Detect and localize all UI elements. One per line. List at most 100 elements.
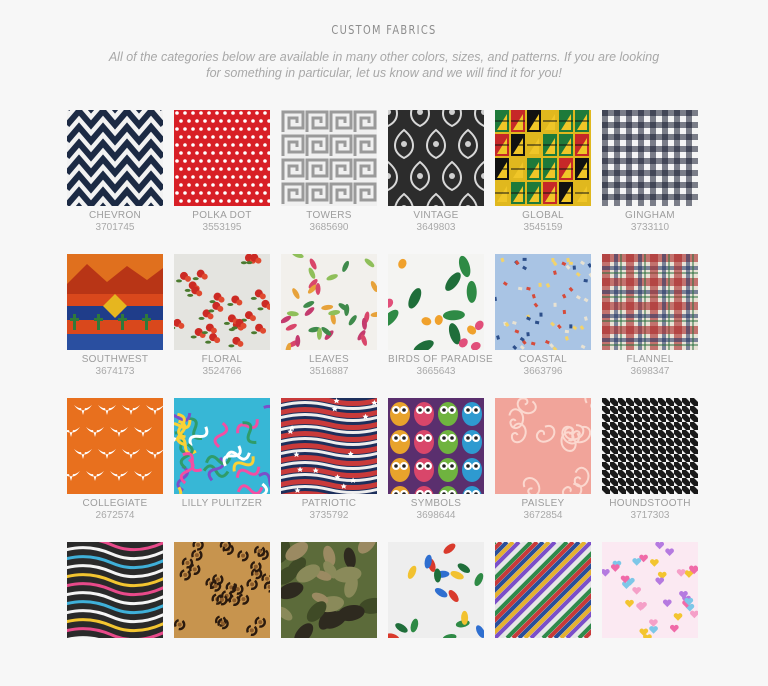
fabric-swatch-link[interactable] [495,254,591,350]
parrot-fabric-swatch [388,542,484,638]
fabric-caption: LEAVES 3516887 [281,350,377,398]
fabric-name[interactable]: GLOBAL [495,210,591,222]
intro-text: All of the categories below are availabl… [108,50,660,80]
fabric-swatch-link[interactable] [281,254,377,350]
kente-fabric-swatch [495,110,591,206]
fabric-name[interactable]: POLKA DOT [174,210,270,222]
fabric-code: 3649803 [416,222,456,233]
page-title: CUSTOM FABRICS [331,23,437,37]
fabric-caption: PATRIOTIC 3735792 [281,494,377,542]
fabric-swatch-link[interactable] [495,398,591,494]
fabric-swatch-link[interactable] [281,398,377,494]
fabric-caption [495,638,591,686]
tropical-fabric-swatch [388,254,484,350]
fabric-name[interactable]: COLLEGIATE [67,498,163,510]
fabric-swatch-link[interactable] [67,110,163,206]
fabric-code: 3698347 [630,366,670,377]
fabric-caption: FLANNEL 3698347 [602,350,698,398]
chevron-fabric-swatch [67,110,163,206]
fabric-code: 3698644 [416,510,456,521]
houndstooth-fabric-swatch [602,398,698,494]
gingham-fabric-swatch [602,110,698,206]
fabric-name[interactable]: LILLY PULITZER [174,498,270,510]
fabric-swatch-link[interactable] [602,110,698,206]
fabric-grid: CHEVRON 3701745 POLKA DOT 3553195 TOWERS 3685… [67,110,698,686]
owl-fabric-swatch [388,398,484,494]
fabric-swatch-link[interactable] [602,398,698,494]
fabric-name[interactable]: BIRDS OF PARADISE [388,354,493,366]
zebra-fabric-swatch [67,542,163,638]
fabric-caption [602,638,698,686]
fabric-swatch-link[interactable] [602,542,698,638]
fabric-name[interactable]: PAISLEY [495,498,591,510]
fabric-name[interactable]: FLORAL [174,354,270,366]
custom-fabrics-page: CUSTOM FABRICS All of the categories bel… [0,0,768,638]
fabric-code: 3553195 [202,222,242,233]
fabric-swatch-link[interactable] [388,254,484,350]
fabric-swatch-link[interactable] [388,110,484,206]
fabric-swatch-link[interactable] [495,542,591,638]
fabric-swatch-link[interactable] [281,542,377,638]
camouflage-fabric-swatch [281,542,377,638]
fabric-code: 3524766 [202,366,242,377]
hearts-fabric-swatch [602,542,698,638]
fabric-caption [174,638,270,686]
fabric-caption: GINGHAM 3733110 [602,206,698,254]
fabric-caption: CHEVRON 3701745 [67,206,163,254]
longhorn-fabric-swatch [67,398,163,494]
fabric-caption: FLORAL 3524766 [174,350,270,398]
fabric-code: 3663796 [523,366,563,377]
fabric-name[interactable]: TOWERS [281,210,377,222]
fabric-swatch-link[interactable] [67,542,163,638]
fabric-name[interactable]: SOUTHWEST [67,354,163,366]
fabric-swatch-link[interactable] [174,542,270,638]
fabric-code: 3672854 [523,510,563,521]
fabric-caption [281,638,377,686]
fabric-swatch-link[interactable] [174,398,270,494]
fabric-caption: GLOBAL 3545159 [495,206,591,254]
fabric-name[interactable]: HOUNDSTOOTH [602,498,698,510]
fabric-code: 3701745 [95,222,135,233]
fabric-caption: BIRDS OF PARADISE 3665643 [388,350,493,398]
leopard-fabric-swatch [174,542,270,638]
fabric-name[interactable]: CHEVRON [67,210,163,222]
fabric-swatch-link[interactable] [281,110,377,206]
fabric-code: 3717303 [630,510,670,521]
fabric-caption: LILLY PULITZER [174,494,270,542]
fabric-swatch-link[interactable] [174,254,270,350]
fabric-code: 3545159 [523,222,563,233]
fabric-caption: VINTAGE 3649803 [388,206,484,254]
fabric-name[interactable]: SYMBOLS [388,498,484,510]
fabric-swatch-link[interactable] [495,110,591,206]
fabric-code: 2672574 [95,510,135,521]
southwest-fabric-swatch [67,254,163,350]
paisley-fabric-swatch [495,398,591,494]
flag-fabric-swatch [281,398,377,494]
stripe-fabric-swatch [495,542,591,638]
fabric-swatch-link[interactable] [67,398,163,494]
fabric-caption: TOWERS 3685690 [281,206,377,254]
floral-fabric-swatch [174,254,270,350]
fabric-code: 3674173 [95,366,135,377]
fabric-name[interactable]: LEAVES [281,354,377,366]
fabric-name[interactable]: FLANNEL [602,354,698,366]
fabric-swatch-link[interactable] [67,254,163,350]
fabric-caption [388,638,484,686]
fabric-caption: POLKA DOT 3553195 [174,206,270,254]
fabric-swatch-link[interactable] [174,110,270,206]
fabric-name[interactable]: COASTAL [495,354,591,366]
fabric-swatch-link[interactable] [388,542,484,638]
header: CUSTOM FABRICS All of the categories bel… [0,0,768,81]
lilly-pulitzer-fabric-swatch [174,398,270,494]
fabric-name[interactable]: PATRIOTIC [281,498,377,510]
fabric-name[interactable]: GINGHAM [602,210,698,222]
fabric-caption: HOUNDSTOOTH 3717303 [602,494,698,542]
fabric-code: 3516887 [309,366,349,377]
fabric-caption: SYMBOLS 3698644 [388,494,484,542]
fabric-caption: COLLEGIATE 2672574 [67,494,163,542]
fabric-name[interactable]: VINTAGE [388,210,484,222]
fabric-caption: SOUTHWEST 3674173 [67,350,163,398]
fabric-swatch-link[interactable] [388,398,484,494]
plaid-fabric-swatch [602,254,698,350]
fabric-swatch-link[interactable] [602,254,698,350]
